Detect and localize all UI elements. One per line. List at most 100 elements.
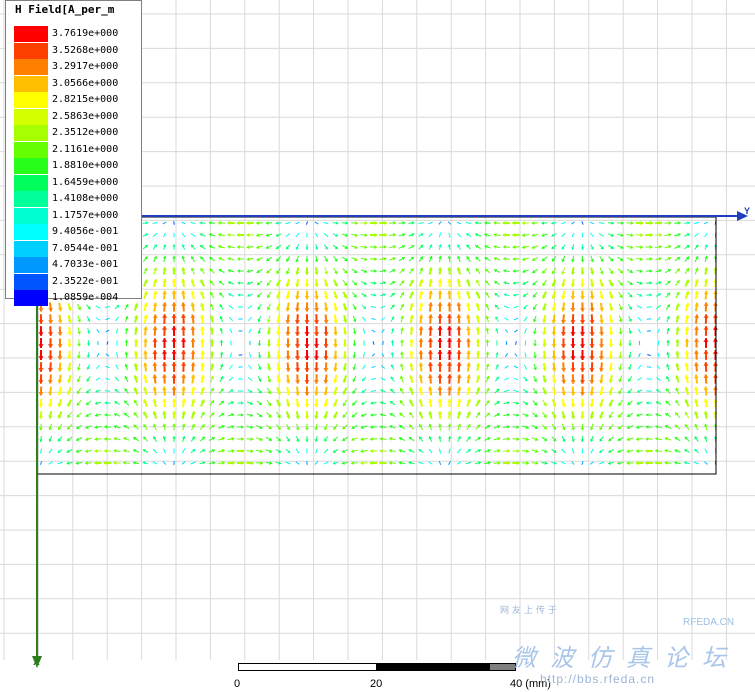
field-arrowhead-icon — [649, 232, 653, 238]
field-arrowhead-icon — [237, 245, 240, 249]
field-arrow — [314, 221, 319, 225]
field-arrow — [95, 377, 101, 381]
field-arrowhead-icon — [649, 281, 652, 285]
field-arrowhead-icon — [392, 232, 396, 237]
field-arrow — [638, 352, 641, 358]
field-arrowhead-icon — [285, 367, 291, 372]
field-arrowhead-icon — [47, 380, 53, 384]
field-arrowhead-icon — [103, 448, 107, 453]
field-arrowhead-icon — [200, 338, 205, 342]
field-arrowhead-icon — [466, 338, 471, 342]
field-arrowhead-icon — [668, 221, 672, 225]
field-arrowhead-icon — [162, 314, 168, 318]
field-arrowhead-icon — [437, 386, 443, 390]
field-arrowhead-icon — [304, 296, 310, 300]
field-arrow — [181, 461, 186, 465]
field-arrowhead-icon — [124, 339, 129, 343]
field-arrow — [382, 340, 384, 346]
field-arrowhead-icon — [580, 439, 585, 442]
field-arrowhead-icon — [684, 326, 690, 331]
field-arrowhead-icon — [236, 232, 240, 238]
field-arrowhead-icon — [659, 220, 663, 225]
field-arrowhead-icon — [295, 308, 300, 312]
field-arrow — [362, 352, 366, 358]
field-arrowhead-icon — [374, 220, 378, 226]
field-arrowhead-icon — [493, 232, 497, 237]
field-arrowhead-icon — [67, 355, 72, 359]
legend-swatch — [14, 224, 48, 240]
field-arrowhead-icon — [180, 350, 187, 354]
field-arrowhead-icon — [645, 425, 649, 429]
field-arrowhead-icon — [162, 279, 167, 283]
field-arrow — [504, 365, 509, 369]
field-arrowhead-icon — [383, 232, 387, 237]
field-arrowhead-icon — [437, 411, 443, 415]
field-arrowhead-icon — [589, 344, 595, 348]
field-arrowhead-icon — [314, 295, 319, 300]
legend-swatch — [14, 42, 48, 59]
field-arrowhead-icon — [374, 257, 377, 261]
field-arrowhead-icon — [427, 374, 433, 379]
watermark-forum-name: 微波仿真论坛 — [512, 644, 740, 672]
field-arrowhead-icon — [124, 351, 129, 355]
field-arrowhead-icon — [374, 245, 377, 250]
field-arrow — [704, 232, 708, 238]
field-arrowhead-icon — [666, 339, 670, 343]
field-arrowhead-icon — [304, 271, 310, 275]
field-arrow — [428, 221, 433, 225]
field-arrow — [48, 461, 53, 465]
field-arrowhead-icon — [383, 220, 387, 226]
legend-label: 7.0544e-001 — [52, 242, 119, 254]
field-arrowhead-icon — [456, 386, 462, 391]
field-arrowhead-icon — [333, 367, 338, 372]
field-arrowhead-icon — [200, 326, 205, 331]
field-arrow — [571, 221, 575, 225]
scale-label-20: 20 — [370, 678, 383, 690]
field-arrowhead-icon — [38, 380, 44, 384]
field-arrowhead-icon — [599, 319, 604, 324]
watermark-url[interactable]: http://bbs.rfeda.cn — [540, 672, 655, 686]
field-arrowhead-icon — [580, 380, 585, 384]
field-arrowhead-icon — [580, 403, 585, 408]
field-arrow — [323, 448, 329, 454]
field-arrow — [581, 448, 584, 454]
field-arrowhead-icon — [172, 436, 176, 439]
field-arrow — [561, 232, 566, 238]
field-arrowhead-icon — [589, 332, 595, 336]
field-arrow — [362, 364, 366, 370]
field-arrowhead-icon — [561, 307, 566, 312]
field-arrowhead-icon — [512, 220, 516, 226]
field-arrowhead-icon — [571, 427, 576, 431]
field-arrowhead-icon — [438, 436, 442, 439]
field-arrow — [285, 461, 291, 465]
field-arrowhead-icon — [181, 398, 186, 403]
legend-entry: 7.0544e-001 — [14, 240, 140, 257]
field-arrowhead-icon — [313, 344, 320, 348]
field-arrowhead-icon — [285, 379, 291, 384]
field-arrowhead-icon — [161, 374, 167, 378]
field-arrowhead-icon — [364, 221, 368, 226]
field-arrowhead-icon — [373, 281, 377, 285]
field-arrowhead-icon — [113, 448, 117, 453]
field-arrowhead-icon — [162, 423, 167, 427]
field-arrowhead-icon — [162, 411, 167, 415]
field-arrowhead-icon — [57, 344, 63, 348]
field-arrowhead-icon — [466, 374, 471, 379]
field-arrowhead-icon — [513, 293, 516, 297]
field-arrowhead-icon — [246, 245, 250, 250]
field-arrow — [323, 461, 329, 465]
field-arrowhead-icon — [181, 302, 186, 306]
field-arrowhead-icon — [295, 391, 300, 396]
field-arrowhead-icon — [608, 344, 614, 348]
field-arrowhead-icon — [333, 344, 338, 348]
legend-entry: 2.8215e+000 — [14, 92, 140, 108]
field-arrowhead-icon — [181, 290, 186, 295]
field-arrowhead-icon — [675, 327, 680, 331]
legend-swatch — [14, 273, 48, 290]
legend-swatch — [14, 141, 48, 158]
field-arrowhead-icon — [618, 343, 623, 347]
field-arrowhead-icon — [305, 439, 309, 442]
field-legend[interactable]: H Field[A_per_m 3.7619e+000 3.5268e+000 3.… — [5, 0, 142, 306]
field-arrowhead-icon — [571, 415, 576, 419]
field-arrowhead-icon — [335, 221, 339, 225]
